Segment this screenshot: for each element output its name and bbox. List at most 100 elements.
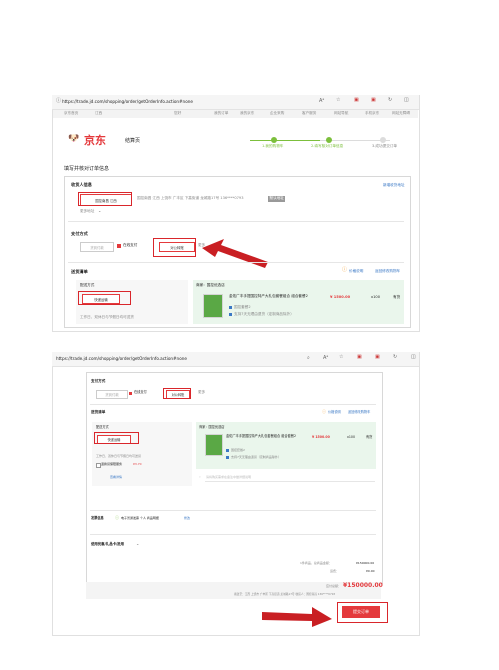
product-tag: 国控套餐2 [234,305,251,309]
divider [68,221,404,222]
star-icon[interactable]: ☆ [336,98,340,103]
url-text[interactable]: https://trade.jd.com/shopping/order/getO… [62,99,193,104]
price-note-link[interactable]: 价格说明 [349,269,363,274]
online-pay-icon [117,244,121,248]
product-tag-icon [229,306,232,309]
remark-label: ◦ [199,475,201,479]
topbar-mobile[interactable]: 手机京东 [365,111,379,116]
insurance-detail-link[interactable]: 查看详情 [110,476,122,479]
product-stock: 有货 [393,295,401,299]
product-qty-2: x100 [347,435,355,439]
delivery-note-2: 工作日、双休日与节假日均可送货 [96,454,142,458]
step-2-label: 2.填写核对订单信息 [311,144,344,148]
new-address-link[interactable]: 新增收货地址 [383,183,405,188]
product-tag-2: 国控套餐2 [231,448,245,452]
insurance-label: 退换货保障服务 [101,462,123,466]
product-service-2: 支持7天无理由退货（定制商品除外） [231,455,281,459]
receiver-detail: 国控南昌 江西 上饶市 广丰区 下高街道 龙城路17号 136****0793 [137,196,244,200]
back-to-cart-link-2[interactable]: 返回修改购物车 [348,410,370,414]
pay-cod-label: 货到付款 [90,245,104,250]
invoice-title: 发票信息 [91,516,104,520]
receiver-highlight-box [78,192,132,206]
invoice-text: 电子普通发票 个人 商品明细 [121,516,159,520]
red-arrow-2 [262,607,332,627]
list-title: 送货清单 [71,269,88,274]
service-icon [229,313,232,316]
product-name-2[interactable]: 金佑广丰手提国控特产大礼包套餐组合 组合套餐2 [226,434,298,438]
receiver-title: 收货人信息 [71,182,92,187]
ship-to-text: 寄送至：江西 上饶市 广丰区 下高街道 龙城路17号 收货人：国控南昌 136*… [234,592,336,596]
amount-label: 1件商品，总商品金额： [300,561,332,565]
freight-value: ¥0.00 [366,569,375,573]
extension-3-icon[interactable]: ▣ [375,355,380,360]
service-icon-2 [226,456,229,459]
pay-more-link-2[interactable]: 更多 [198,390,205,395]
transfer-highlight-box-2 [163,388,191,399]
checkout-title: 结算页 [125,138,141,144]
submit-highlight-box [337,602,388,623]
url-text-2[interactable]: https://trade.jd.com/shopping/order/getO… [56,356,187,361]
chevron-down-icon-2: ⌄ [136,541,140,546]
delivery-highlight-box [78,291,131,305]
amount-value: ¥150000.00 [356,561,375,565]
more-address-link[interactable]: 更多地址 [80,209,94,214]
default-address-tag: 默认地址 [268,196,286,202]
product-name[interactable]: 金佑广丰手提国控特产大礼包套餐组合 组合套餐2 [229,294,313,299]
topbar-enterprise[interactable]: 企业采购 [270,111,284,116]
topbar-home[interactable]: 京东首页 [64,111,78,116]
extension-2-icon[interactable]: ▣ [371,98,376,103]
pay-cod-button[interactable]: 货到付款 [80,242,114,252]
pay-online-label-2[interactable]: 在线支付 [134,390,147,394]
topbar-sitenav[interactable]: 网站导航 [334,111,348,116]
insurance-price: ¥3.70 [133,462,142,466]
refresh-icon-2[interactable]: ↻ [393,355,397,360]
shop-label-2: 商家：国控优选店 [199,425,225,429]
coupon-toggle[interactable]: 使用优惠/礼品卡/抵用 [91,542,124,546]
read-aloud-icon[interactable]: Aᵃ [319,99,324,104]
step-1-dot [271,137,277,143]
divider [90,404,376,405]
divider [68,262,404,263]
zoom-icon[interactable]: ⌕ [307,356,310,361]
jd-logo-text[interactable]: 京东 [84,135,106,146]
topbar-orders[interactable]: 我的订单 [214,111,228,116]
payment-title: 支付方式 [71,231,88,236]
jd-dog-logo-icon: 🐶 [68,134,80,144]
shop-label: 商家：国控优选店 [196,283,225,287]
topbar-myjd[interactable]: 我的京东 [240,111,254,116]
divider [90,510,376,511]
pay-online-label[interactable]: 在线支付 [123,243,137,248]
extension-icon-2[interactable]: ▣ [357,355,362,360]
topbar-location[interactable]: 江西 [95,111,102,116]
price-info-icon-2: ⓘ [322,409,326,414]
star-icon-2[interactable]: ☆ [339,355,343,360]
product-tag-icon-2 [226,449,229,452]
transfer-highlight-box [153,238,196,257]
invoice-modify-link[interactable]: 修改 [184,517,190,520]
payable-value: ¥150000.00 [343,582,383,589]
payment-title-2: 支付方式 [91,379,106,383]
step-1-label: 1.我的购物车 [262,144,284,148]
remark-input[interactable]: 请将购买需求在备注中做详细说明 [206,476,251,479]
product-qty: x100 [371,295,380,299]
remark-underline [205,481,375,482]
page-heading: 填写并核对订单信息 [64,166,110,172]
freight-label: 运费： [330,569,340,573]
info-icon: ⓘ [56,98,62,104]
product-price: ¥ 1500.00 [330,295,351,299]
read-aloud-icon-2[interactable]: Aᵃ [323,356,328,361]
split-screen-icon-2[interactable]: ◫ [411,355,416,360]
price-note-link-2[interactable]: 价格说明 [328,410,341,414]
product-price-2: ¥ 1500.00 [312,435,330,439]
jd-topbar [53,110,418,118]
extension-icon[interactable]: ▣ [354,98,359,103]
topbar-accessibility[interactable]: 网站无障碍 [392,111,410,116]
topbar-hello: 您好 [174,111,182,115]
price-info-icon: ⓘ [342,267,348,273]
topbar-service[interactable]: 客户服务 [302,111,316,116]
online-pay-icon-2 [129,392,132,395]
back-to-cart-link[interactable]: 返回修改购物车 [375,269,400,274]
split-screen-icon[interactable]: ◫ [404,98,409,103]
pay-cod-button-2[interactable]: 货到付款 [96,390,128,399]
refresh-icon[interactable]: ↻ [388,98,392,103]
